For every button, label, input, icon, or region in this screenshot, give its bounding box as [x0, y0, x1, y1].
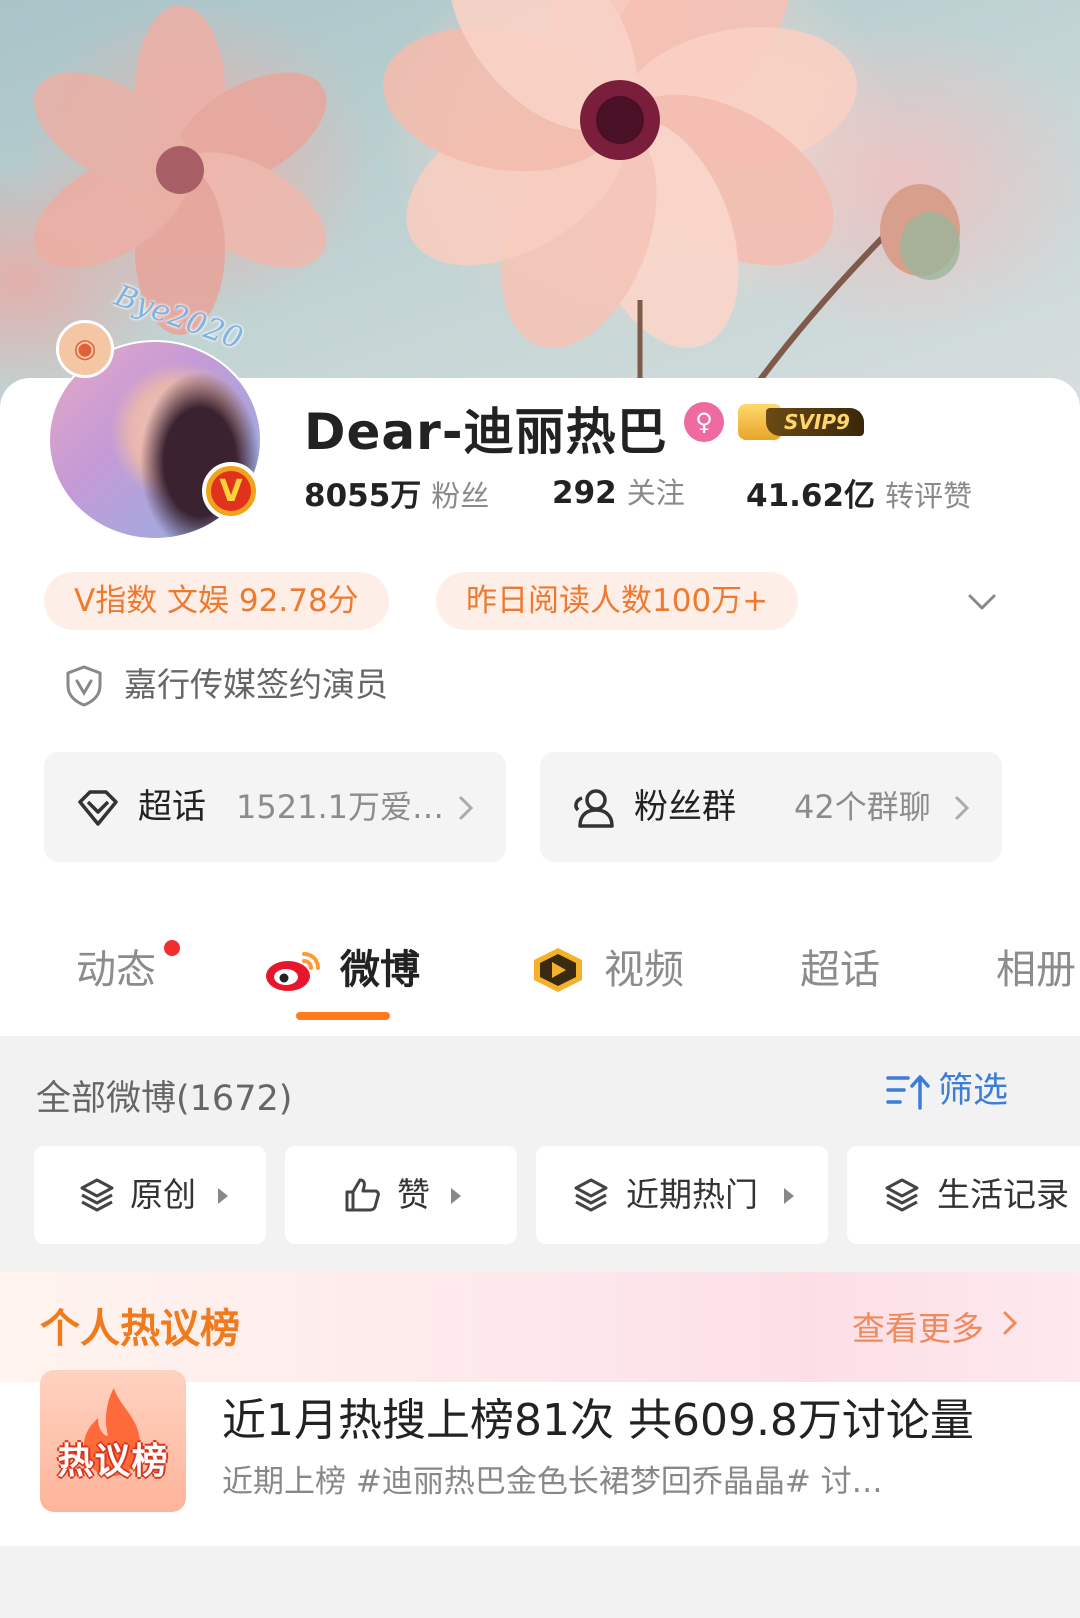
weibo-logo-icon [266, 952, 320, 991]
tab-weibo[interactable]: 微博 [340, 942, 420, 998]
chevron-right-icon [459, 796, 474, 820]
stat-interactions[interactable]: 41.62亿 转评赞 [746, 470, 972, 515]
tab-dynamic-notification-dot [164, 940, 180, 956]
chip-recent-hot[interactable]: 近期热门 [536, 1146, 828, 1244]
stat-interactions-count: 41.62亿 [746, 478, 876, 514]
caret-right-icon [451, 1188, 461, 1204]
verified-v-icon: V [202, 462, 260, 520]
chevron-down-icon[interactable] [966, 586, 998, 618]
chip-like-label: 赞 [397, 1175, 430, 1214]
view-more-link[interactable]: 查看更多 [852, 1302, 984, 1350]
video-play-icon [534, 948, 582, 992]
profile-tabs: 动态 微博 视频 超话 相册 [0, 920, 1080, 1036]
group-icon [574, 789, 614, 828]
chip-life-record[interactable]: 生活记录 [847, 1146, 1080, 1244]
hot-title: 个人热议榜 [40, 1306, 240, 1352]
filter-label: 筛选 [938, 1071, 1009, 1111]
chip-recent-hot-label: 近期热门 [626, 1175, 758, 1214]
stat-followers[interactable]: 8055万 粉丝 [304, 470, 489, 515]
thumbs-up-icon [345, 1178, 380, 1212]
chip-original[interactable]: 原创 [34, 1146, 266, 1244]
super-topic-entry[interactable]: 超话 1521.1万爱… [44, 752, 506, 862]
active-tab-indicator [296, 1012, 390, 1020]
svip-label: SVIP9 [766, 408, 864, 436]
super-topic-title: 超话 [138, 787, 206, 827]
bottom-divider [0, 1546, 1080, 1618]
layers-icon [574, 1178, 608, 1212]
stat-following-label: 关注 [626, 476, 685, 510]
hot-list-logo-text: 热议榜 [57, 1441, 169, 1482]
chevron-right-icon[interactable] [1000, 1308, 1020, 1338]
filter-sort-icon [886, 1075, 930, 1110]
female-gender-icon: ♀ [684, 402, 724, 442]
signing-text: 嘉行传媒签约演员 [124, 665, 388, 704]
hot-list-logo: 热议榜 [40, 1370, 186, 1512]
read-count-tag[interactable]: 昨日阅读人数100万+ [436, 572, 799, 630]
chip-original-label: 原创 [130, 1175, 196, 1214]
tab-dynamic[interactable]: 动态 [76, 942, 156, 998]
profile-name: Dear-迪丽热巴 [304, 403, 668, 461]
avatar-container[interactable]: ◉ Bye2020 V [46, 278, 266, 540]
stat-following-count: 292 [552, 475, 617, 511]
tab-video[interactable]: 视频 [604, 942, 684, 998]
stat-followers-count: 8055万 [304, 478, 422, 514]
caret-right-icon [218, 1188, 228, 1204]
chip-like[interactable]: 赞 [285, 1146, 517, 1244]
fan-group-sub: 42个群聊 [794, 788, 931, 826]
tab-album[interactable]: 相册 [996, 942, 1076, 998]
fan-group-entry[interactable]: 粉丝群 42个群聊 [540, 752, 1002, 862]
avatar-decoration-icon: ◉ [56, 320, 114, 378]
all-weibo-count[interactable]: 全部微博(1672) [36, 1070, 292, 1121]
v-index-tag[interactable]: V指数 文娱 92.78分 [44, 572, 389, 630]
layers-icon [80, 1178, 114, 1212]
hot-main-text: 近1月热搜上榜81次 共609.8万讨论量 [222, 1395, 974, 1446]
svip-badge[interactable]: SVIP9 [738, 404, 868, 440]
fan-group-title: 粉丝群 [634, 787, 736, 827]
stat-interactions-label: 转评赞 [885, 479, 973, 513]
chevron-right-icon [955, 796, 970, 820]
super-topic-sub: 1521.1万爱… [236, 788, 444, 826]
stat-following[interactable]: 292 关注 [552, 470, 685, 512]
hot-sub-text: 近期上榜 #迪丽热巴金色长裙梦回乔晶晶# 讨… [222, 1464, 883, 1500]
layers-icon [885, 1178, 919, 1212]
caret-right-icon [784, 1188, 794, 1204]
shield-v-icon [66, 665, 102, 707]
diamond-icon [78, 790, 118, 826]
chip-life-record-label: 生活记录 [937, 1175, 1069, 1214]
tab-super-topic[interactable]: 超话 [800, 942, 880, 998]
stat-followers-label: 粉丝 [431, 479, 490, 513]
